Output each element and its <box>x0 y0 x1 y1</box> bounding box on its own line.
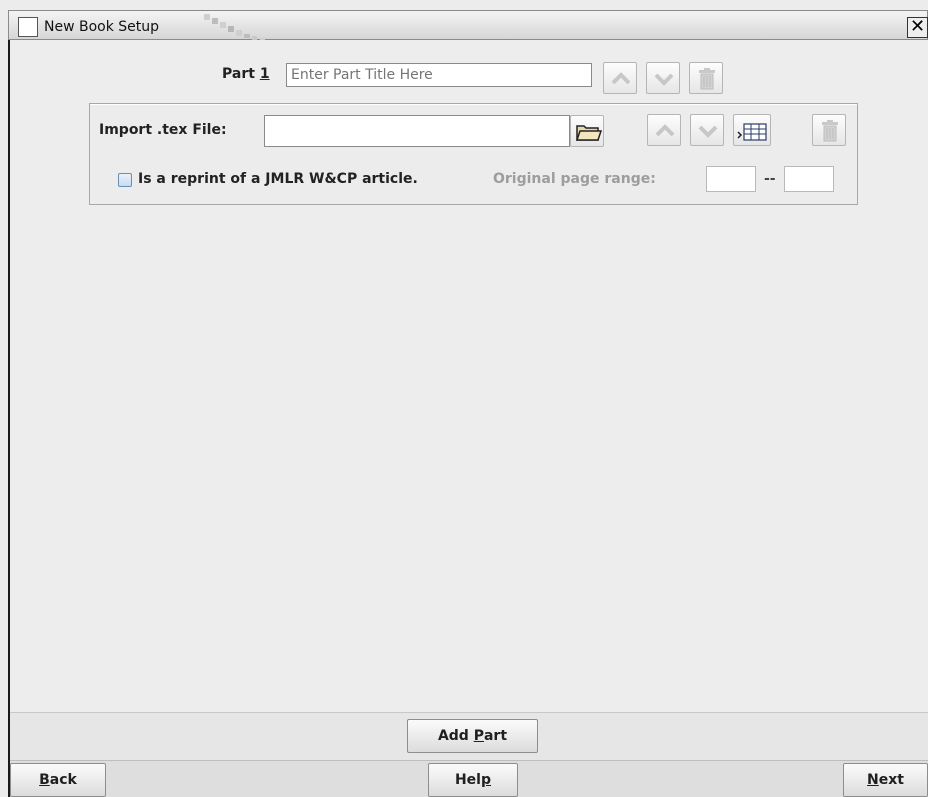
import-label: Import .tex File: <box>99 122 227 138</box>
page-range-end-input[interactable] <box>784 166 834 192</box>
trash-icon <box>822 120 838 142</box>
page-range-separator: -- <box>764 171 776 187</box>
file-move-up-button[interactable] <box>647 114 681 146</box>
window-box-icon <box>18 17 38 37</box>
part-title-input[interactable] <box>286 63 592 87</box>
window-title: New Book Setup <box>44 19 160 35</box>
insert-file-button[interactable] <box>733 114 771 146</box>
page-range-label: Original page range: <box>493 171 656 187</box>
move-down-icon <box>698 125 718 138</box>
part-label: Part 1 <box>222 66 270 82</box>
tex-file-input[interactable] <box>264 115 570 147</box>
insert-table-icon <box>737 123 767 141</box>
help-button[interactable]: Hel p <box>428 763 518 797</box>
part-move-down-button[interactable] <box>646 62 680 94</box>
trash-icon <box>699 68 715 90</box>
close-button[interactable]: ✕ <box>907 17 928 38</box>
move-up-icon <box>655 124 675 137</box>
part-delete-button[interactable] <box>689 62 723 94</box>
reprint-label: Is a reprint of a JMLR W&CP article. <box>138 171 418 187</box>
part-number: 1 <box>259 66 270 82</box>
next-button[interactable]: Next <box>843 763 928 797</box>
folder-icon <box>575 125 603 141</box>
part-move-up-button[interactable] <box>603 62 637 94</box>
browse-folder-button[interactable] <box>570 115 604 147</box>
move-up-icon <box>611 72 631 85</box>
file-delete-button[interactable] <box>812 114 846 146</box>
back-button[interactable]: Back <box>10 763 106 797</box>
add-part-button[interactable]: Add Part <box>407 719 538 753</box>
reprint-checkbox[interactable] <box>118 173 132 187</box>
title-decoration <box>204 14 265 41</box>
move-down-icon <box>654 73 674 86</box>
file-move-down-button[interactable] <box>690 114 724 146</box>
close-icon: ✕ <box>909 16 926 37</box>
page-range-start-input[interactable] <box>706 166 756 192</box>
